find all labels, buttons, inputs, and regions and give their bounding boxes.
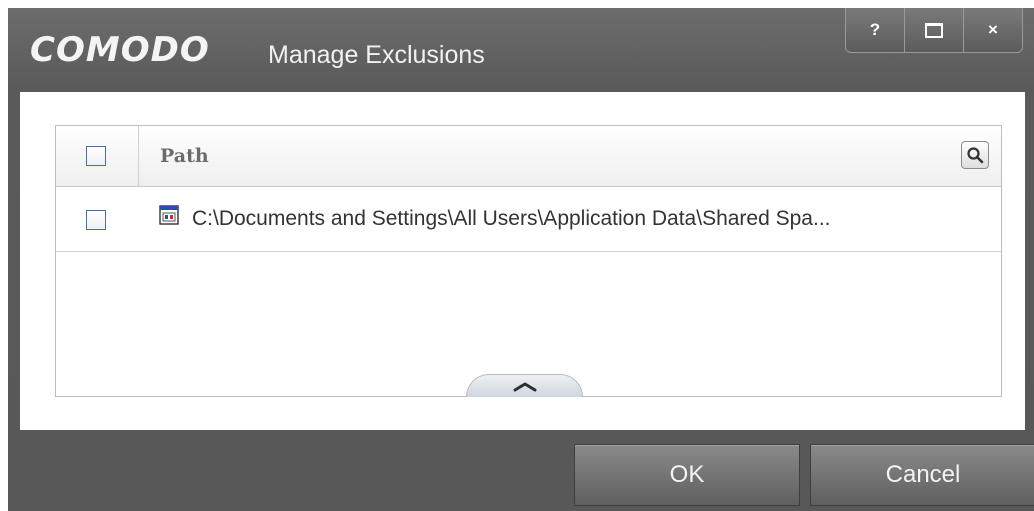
table-row[interactable]: C:\Documents and Settings\All Users\Appl… bbox=[56, 187, 1001, 252]
ok-button[interactable]: OK bbox=[574, 444, 800, 506]
close-button[interactable]: × bbox=[963, 8, 1022, 52]
table-header: Path bbox=[56, 126, 1001, 187]
help-icon: ? bbox=[869, 20, 881, 39]
maximize-button[interactable] bbox=[904, 8, 963, 52]
collapse-toggle[interactable] bbox=[466, 374, 583, 397]
content-panel: Path C:\Documents and Settings\All Users… bbox=[20, 92, 1025, 430]
comodo-logo: COMODO bbox=[30, 30, 210, 70]
cancel-button[interactable]: Cancel bbox=[810, 444, 1034, 506]
close-icon: × bbox=[988, 20, 998, 39]
window-title: Manage Exclusions bbox=[268, 41, 485, 69]
manage-exclusions-window: COMODO Manage Exclusions ? × Path C:\Doc… bbox=[8, 8, 1034, 511]
window-controls: ? × bbox=[845, 8, 1023, 53]
executable-file-icon bbox=[159, 205, 179, 225]
exclusions-table: Path C:\Documents and Settings\All Users… bbox=[55, 125, 1002, 397]
row-checkbox[interactable] bbox=[86, 210, 106, 230]
select-all-checkbox[interactable] bbox=[86, 146, 106, 166]
column-divider bbox=[138, 126, 139, 186]
title-bar[interactable]: COMODO Manage Exclusions ? × bbox=[8, 8, 1034, 92]
help-button[interactable]: ? bbox=[846, 8, 904, 52]
chevron-up-icon bbox=[513, 382, 536, 392]
exclusion-path: C:\Documents and Settings\All Users\Appl… bbox=[192, 207, 831, 230]
search-button[interactable] bbox=[961, 141, 989, 169]
path-column-header[interactable]: Path bbox=[160, 145, 209, 167]
search-icon bbox=[967, 147, 984, 164]
maximize-icon bbox=[925, 22, 943, 38]
